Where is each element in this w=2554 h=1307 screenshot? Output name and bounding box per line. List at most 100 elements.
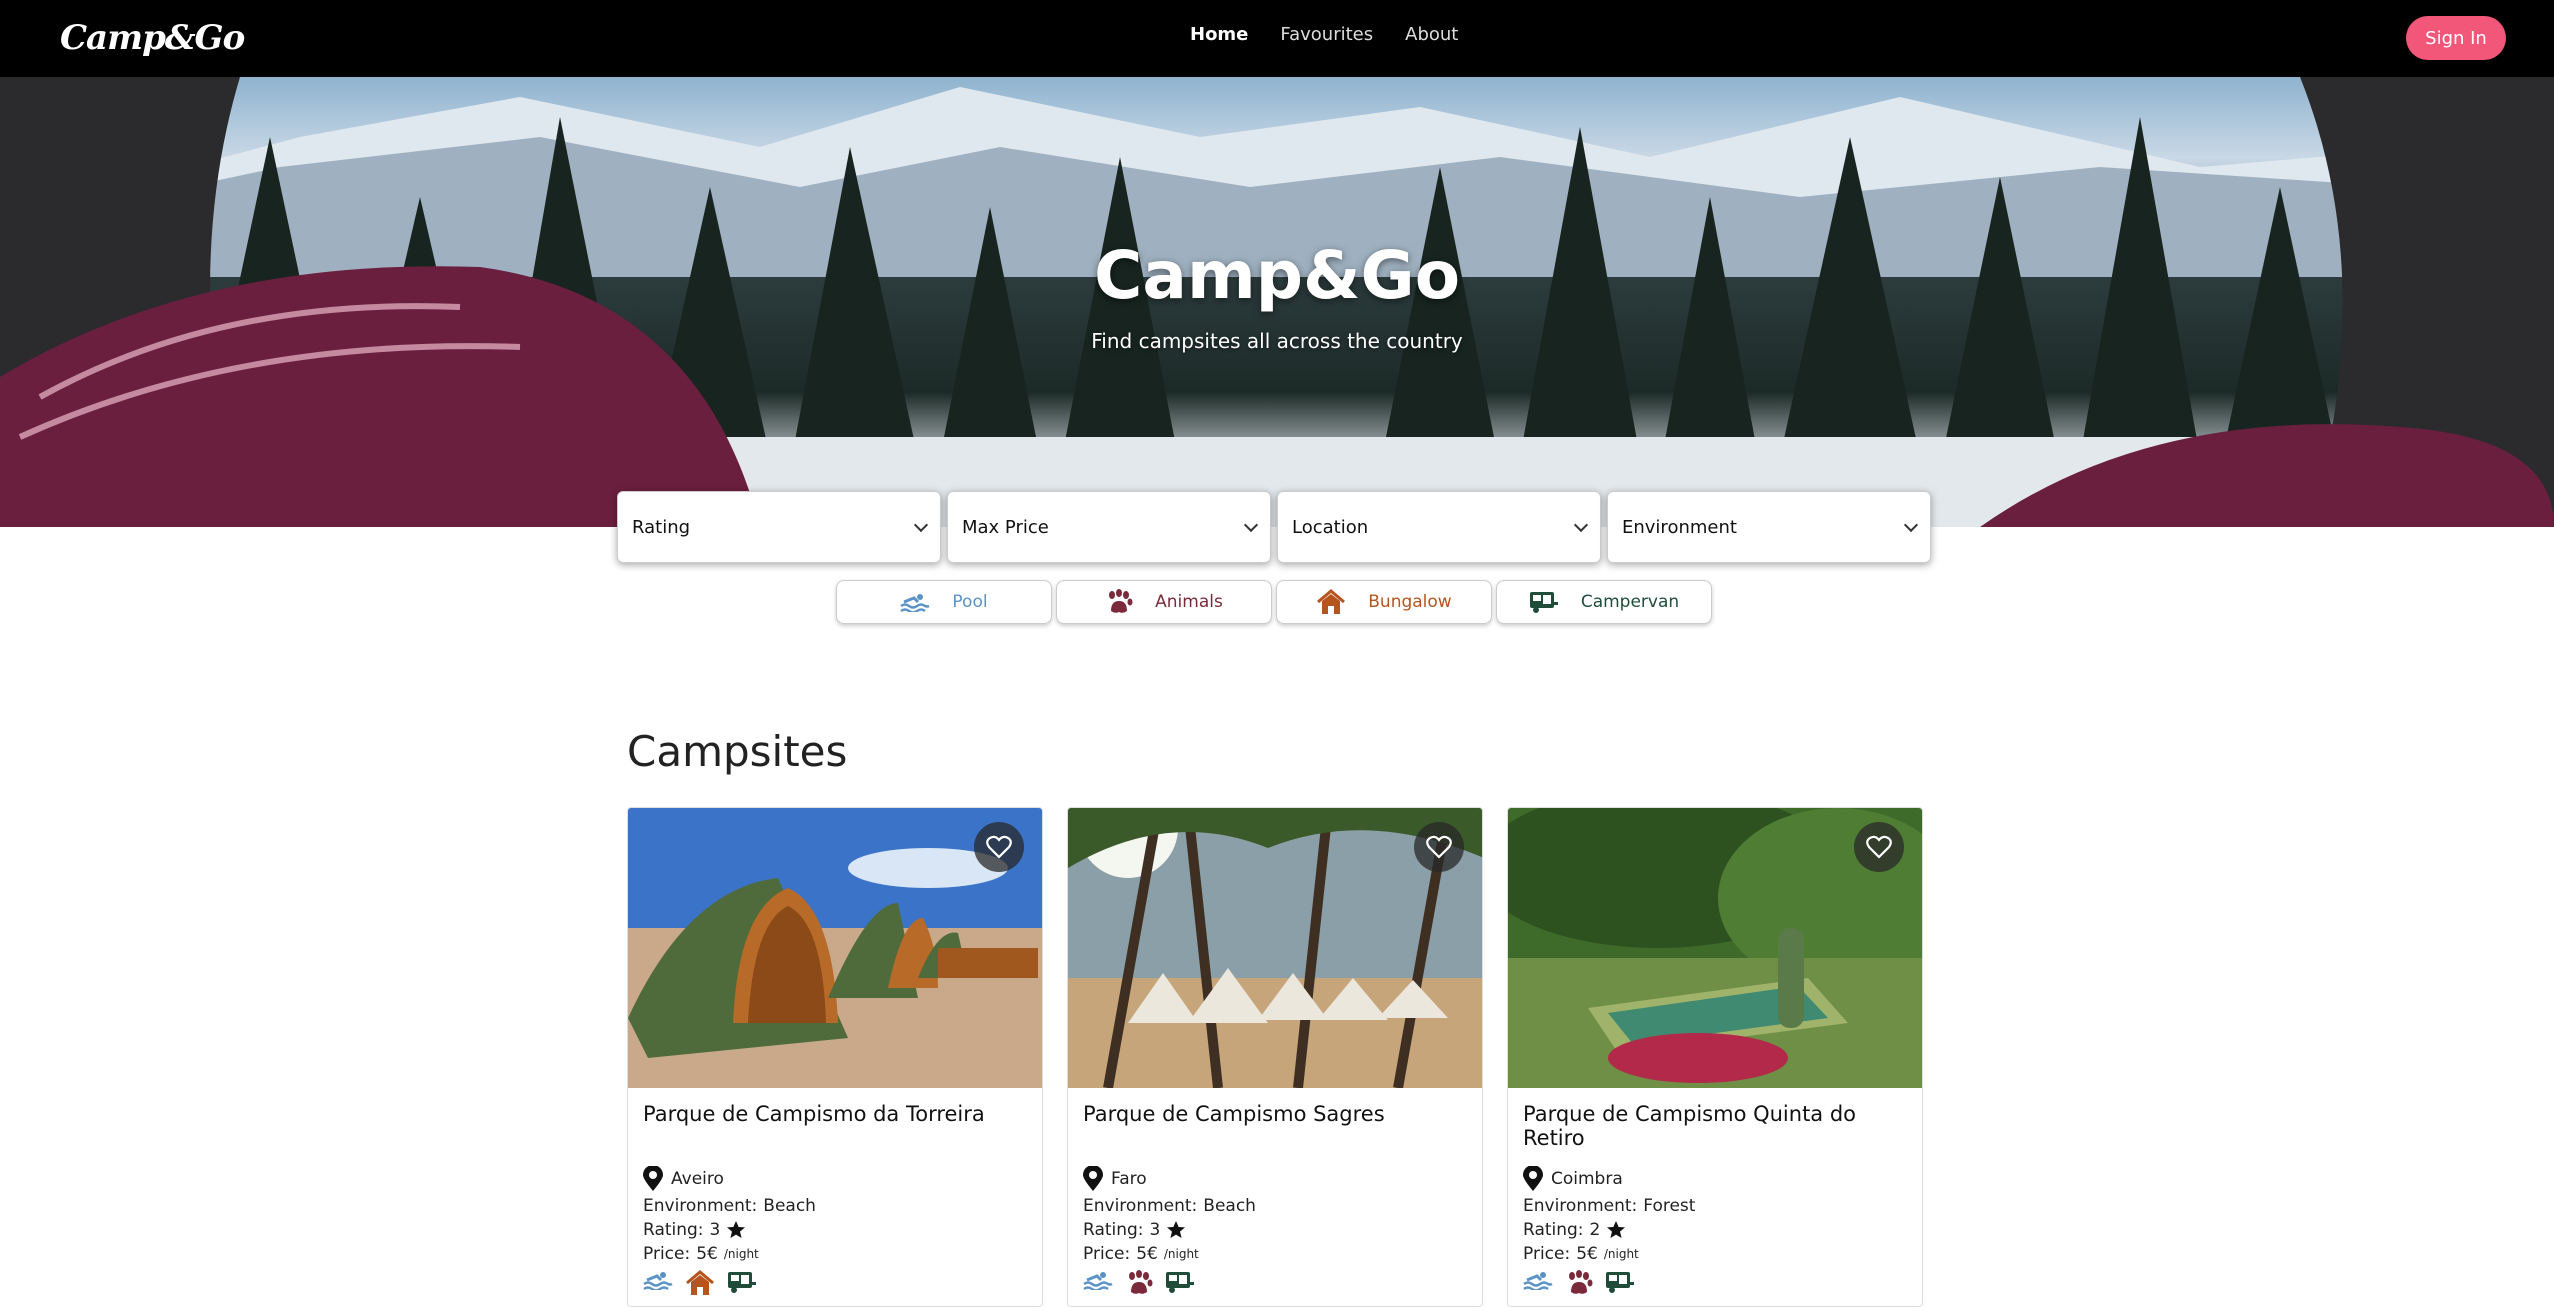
campervan-icon bbox=[1606, 1272, 1634, 1293]
hero-subtitle: Find campsites all across the country bbox=[1091, 329, 1463, 353]
star-icon bbox=[727, 1221, 746, 1238]
price-row: Price: 5€ /night bbox=[1523, 1244, 1907, 1264]
amenity-icons bbox=[643, 1270, 1027, 1296]
chevron-down-icon bbox=[1573, 517, 1589, 532]
navbar: Camp&Go Home Favourites About Sign In bbox=[0, 0, 2554, 77]
per-night-label: /night bbox=[723, 1247, 759, 1261]
location-text: Coimbra bbox=[1551, 1169, 1623, 1189]
heart-icon bbox=[1866, 835, 1892, 859]
price-value: 5€ bbox=[696, 1244, 718, 1264]
price-value: 5€ bbox=[1576, 1244, 1598, 1264]
campsite-name[interactable]: Parque de Campismo Quinta do Retiro bbox=[1523, 1102, 1907, 1160]
environment-label: Environment: bbox=[1083, 1196, 1198, 1216]
animals-filter-button[interactable]: Animals bbox=[1056, 580, 1272, 624]
environment-row: Environment: Forest bbox=[1523, 1196, 1907, 1216]
favourite-button[interactable] bbox=[1414, 822, 1464, 872]
nav-link-favourites[interactable]: Favourites bbox=[1280, 24, 1373, 45]
favourite-button[interactable] bbox=[1854, 822, 1904, 872]
price-label: Price: bbox=[643, 1244, 691, 1264]
price-label: Price: bbox=[1523, 1244, 1571, 1264]
logo[interactable]: Camp&Go bbox=[60, 18, 245, 58]
nav-links: Home Favourites About bbox=[1190, 24, 1458, 45]
location-row: Aveiro bbox=[643, 1166, 1027, 1192]
nav-link-about[interactable]: About bbox=[1405, 24, 1458, 45]
card-body: Parque de Campismo Quinta do Retiro Coim… bbox=[1508, 1088, 1922, 1306]
rating-value: 2 bbox=[1589, 1220, 1601, 1240]
location-row: Faro bbox=[1083, 1166, 1467, 1192]
campervan-icon bbox=[1529, 592, 1558, 613]
section-title: Campsites bbox=[627, 727, 848, 776]
rating-row: Rating: 3 bbox=[643, 1220, 1027, 1240]
amenity-icons bbox=[1523, 1270, 1907, 1296]
max-price-select-label: Max Price bbox=[962, 516, 1049, 538]
rating-select[interactable]: Rating bbox=[617, 491, 941, 563]
heart-icon bbox=[1426, 835, 1452, 859]
favourite-button[interactable] bbox=[974, 822, 1024, 872]
environment-select-label: Environment bbox=[1622, 516, 1737, 538]
rating-label: Rating: bbox=[1523, 1220, 1584, 1240]
heart-icon bbox=[986, 835, 1012, 859]
pool-icon bbox=[900, 594, 930, 612]
price-row: Price: 5€ /night bbox=[643, 1244, 1027, 1264]
campsite-card[interactable]: Parque de Campismo da Torreira Aveiro En… bbox=[627, 807, 1043, 1307]
card-body: Parque de Campismo da Torreira Aveiro En… bbox=[628, 1088, 1042, 1306]
price-label: Price: bbox=[1083, 1244, 1131, 1264]
environment-row: Environment: Beach bbox=[643, 1196, 1027, 1216]
rating-label: Rating: bbox=[1083, 1220, 1144, 1240]
star-icon bbox=[1607, 1221, 1626, 1238]
paw-icon bbox=[1569, 1270, 1593, 1294]
location-pin-icon bbox=[1083, 1166, 1103, 1191]
pool-icon bbox=[643, 1272, 673, 1290]
campsite-image bbox=[1508, 808, 1922, 1088]
chevron-down-icon bbox=[913, 517, 929, 532]
campsite-card[interactable]: Parque de Campismo Quinta do Retiro Coim… bbox=[1507, 807, 1923, 1307]
card-body: Parque de Campismo Sagres Faro Environme… bbox=[1068, 1088, 1482, 1306]
star-icon bbox=[1167, 1221, 1186, 1238]
per-night-label: /night bbox=[1603, 1247, 1639, 1261]
location-text: Faro bbox=[1111, 1169, 1147, 1189]
rating-row: Rating: 3 bbox=[1083, 1220, 1467, 1240]
nav-link-home[interactable]: Home bbox=[1190, 24, 1248, 45]
campervan-filter-button[interactable]: Campervan bbox=[1496, 580, 1712, 624]
location-select-label: Location bbox=[1292, 516, 1369, 538]
amenity-filters: Pool Animals Bungalow Campervan bbox=[836, 580, 1712, 624]
campsite-name[interactable]: Parque de Campismo da Torreira bbox=[643, 1102, 1027, 1160]
campervan-icon bbox=[728, 1272, 756, 1293]
chevron-down-icon bbox=[1903, 517, 1919, 532]
animals-filter-label: Animals bbox=[1155, 592, 1223, 612]
filter-bar: Rating Max Price Location Environment bbox=[617, 491, 1931, 563]
pool-filter-button[interactable]: Pool bbox=[836, 580, 1052, 624]
campsite-name[interactable]: Parque de Campismo Sagres bbox=[1083, 1102, 1467, 1160]
per-night-label: /night bbox=[1163, 1247, 1199, 1261]
campsite-card[interactable]: Parque de Campismo Sagres Faro Environme… bbox=[1067, 807, 1483, 1307]
environment-label: Environment: bbox=[643, 1196, 758, 1216]
bungalow-filter-button[interactable]: Bungalow bbox=[1276, 580, 1492, 624]
location-select[interactable]: Location bbox=[1277, 491, 1601, 563]
rating-select-label: Rating bbox=[632, 516, 691, 538]
house-icon bbox=[686, 1270, 714, 1295]
sign-in-button[interactable]: Sign In bbox=[2406, 16, 2506, 60]
max-price-select[interactable]: Max Price bbox=[947, 491, 1271, 563]
campsite-image bbox=[628, 808, 1042, 1088]
campervan-icon bbox=[1166, 1272, 1194, 1293]
pool-icon bbox=[1083, 1272, 1113, 1290]
price-row: Price: 5€ /night bbox=[1083, 1244, 1467, 1264]
paw-icon bbox=[1109, 589, 1133, 613]
price-value: 5€ bbox=[1136, 1244, 1158, 1264]
house-icon bbox=[1317, 589, 1346, 614]
location-pin-icon bbox=[643, 1166, 663, 1191]
rating-value: 3 bbox=[709, 1220, 721, 1240]
bungalow-filter-label: Bungalow bbox=[1368, 592, 1452, 612]
environment-select[interactable]: Environment bbox=[1607, 491, 1931, 563]
hero-title: Camp&Go bbox=[1093, 237, 1461, 314]
rating-row: Rating: 2 bbox=[1523, 1220, 1907, 1240]
location-row: Coimbra bbox=[1523, 1166, 1907, 1192]
rating-value: 3 bbox=[1149, 1220, 1161, 1240]
hero-banner: Camp&Go Find campsites all across the co… bbox=[0, 77, 2554, 527]
location-text: Aveiro bbox=[671, 1169, 724, 1189]
environment-value: Forest bbox=[1643, 1196, 1696, 1216]
amenity-icons bbox=[1083, 1270, 1467, 1296]
rating-label: Rating: bbox=[643, 1220, 704, 1240]
environment-value: Beach bbox=[763, 1196, 816, 1216]
environment-row: Environment: Beach bbox=[1083, 1196, 1467, 1216]
